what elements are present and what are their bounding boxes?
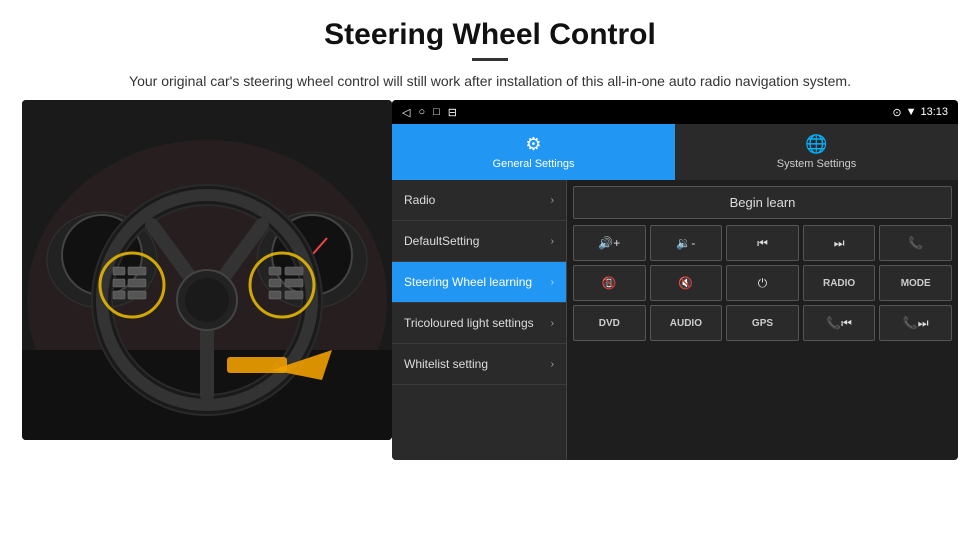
chevron-default-icon: › — [551, 236, 554, 247]
globe-icon: 🌐 — [805, 134, 827, 155]
call-prev-icon: 📞⏮ — [826, 316, 852, 331]
page-header: Steering Wheel Control Your original car… — [0, 0, 980, 100]
menu-list: Radio › DefaultSetting › Steering Wheel … — [392, 180, 567, 460]
mute-icon: 🔇 — [678, 276, 693, 290]
page-wrapper: Steering Wheel Control Your original car… — [0, 0, 980, 460]
menu-whitelist-label: Whitelist setting — [404, 357, 488, 371]
radio-label: RADIO — [823, 278, 855, 289]
device-panel: ◁ ○ □ ⊟ ⊙ ▼ 13:13 ⚙ General Settings — [392, 100, 958, 460]
controls-row-3: DVD AUDIO GPS 📞⏮ 📞⏭ — [573, 305, 952, 341]
mode-button[interactable]: MODE — [879, 265, 952, 301]
menu-steering-label: Steering Wheel learning — [404, 275, 532, 289]
tab-system[interactable]: 🌐 System Settings — [675, 124, 958, 180]
status-bar: ◁ ○ □ ⊟ ⊙ ▼ 13:13 — [392, 100, 958, 124]
power-button[interactable]: ⏻ — [726, 265, 799, 301]
gear-icon: ⚙ — [525, 134, 541, 155]
menu-radio-label: Radio — [404, 193, 435, 207]
menu-default-label: DefaultSetting — [404, 234, 479, 248]
hangup-icon: 📵 — [602, 276, 617, 290]
status-bar-info: ⊙ ▼ 13:13 — [892, 106, 948, 119]
audio-label: AUDIO — [670, 318, 702, 329]
vol-down-button[interactable]: 🔉- — [650, 225, 723, 261]
recents-nav-icon[interactable]: □ — [433, 106, 440, 118]
page-title: Steering Wheel Control — [60, 18, 920, 52]
title-divider — [472, 58, 508, 61]
audio-button[interactable]: AUDIO — [650, 305, 723, 341]
tabs-row: ⚙ General Settings 🌐 System Settings — [392, 124, 958, 180]
tab-general[interactable]: ⚙ General Settings — [392, 124, 675, 180]
menu-item-default[interactable]: DefaultSetting › — [392, 221, 566, 262]
signal-icon: ▼ — [906, 106, 917, 118]
hangup-button[interactable]: 📵 — [573, 265, 646, 301]
prev-track-icon: ⏮ — [757, 236, 768, 251]
menu-item-tricolour[interactable]: Tricoloured light settings › — [392, 303, 566, 344]
controls-panel: Begin learn 🔊+ 🔉- ⏮ — [567, 180, 958, 460]
next-track-button[interactable]: ⏭ — [803, 225, 876, 261]
begin-learn-button[interactable]: Begin learn — [573, 186, 952, 219]
next-track-icon: ⏭ — [834, 236, 845, 251]
chevron-radio-icon: › — [551, 195, 554, 206]
menu-nav-icon[interactable]: ⊟ — [448, 106, 457, 119]
chevron-tricolour-icon: › — [551, 318, 554, 329]
chevron-whitelist-icon: › — [551, 359, 554, 370]
page-subtitle: Your original car's steering wheel contr… — [60, 71, 920, 92]
main-content: ◁ ○ □ ⊟ ⊙ ▼ 13:13 ⚙ General Settings — [0, 100, 980, 460]
vol-up-icon: 🔊+ — [598, 236, 620, 250]
power-icon: ⏻ — [758, 276, 768, 291]
time-display: 13:13 — [920, 106, 948, 118]
gps-button[interactable]: GPS — [726, 305, 799, 341]
call-next-icon: 📞⏭ — [903, 316, 929, 331]
chevron-steering-icon: › — [551, 277, 554, 288]
back-nav-icon[interactable]: ◁ — [402, 106, 410, 119]
menu-item-whitelist[interactable]: Whitelist setting › — [392, 344, 566, 385]
call-button[interactable]: 📞 — [879, 225, 952, 261]
home-nav-icon[interactable]: ○ — [418, 106, 425, 118]
call-next-button[interactable]: 📞⏭ — [879, 305, 952, 341]
tab-general-label: General Settings — [493, 158, 575, 170]
call-prev-button[interactable]: 📞⏮ — [803, 305, 876, 341]
location-icon: ⊙ — [892, 106, 901, 119]
controls-row-2: 📵 🔇 ⏻ RADIO MODE — [573, 265, 952, 301]
mute-button[interactable]: 🔇 — [650, 265, 723, 301]
dvd-button[interactable]: DVD — [573, 305, 646, 341]
steering-wheel-image — [22, 100, 392, 440]
panel-body: Radio › DefaultSetting › Steering Wheel … — [392, 180, 958, 460]
radio-button[interactable]: RADIO — [803, 265, 876, 301]
vol-up-button[interactable]: 🔊+ — [573, 225, 646, 261]
menu-item-steering[interactable]: Steering Wheel learning › — [392, 262, 566, 303]
controls-row-1: 🔊+ 🔉- ⏮ ⏭ 📞 — [573, 225, 952, 261]
gps-label: GPS — [752, 318, 773, 329]
menu-item-radio[interactable]: Radio › — [392, 180, 566, 221]
status-bar-nav: ◁ ○ □ ⊟ — [402, 106, 457, 119]
prev-track-button[interactable]: ⏮ — [726, 225, 799, 261]
mode-label: MODE — [901, 278, 931, 289]
menu-tricolour-label: Tricoloured light settings — [404, 316, 534, 330]
call-icon: 📞 — [908, 236, 923, 250]
tab-system-label: System Settings — [777, 158, 856, 170]
begin-learn-row: Begin learn — [573, 186, 952, 219]
vol-down-icon: 🔉- — [676, 236, 695, 250]
dvd-label: DVD — [599, 318, 620, 329]
